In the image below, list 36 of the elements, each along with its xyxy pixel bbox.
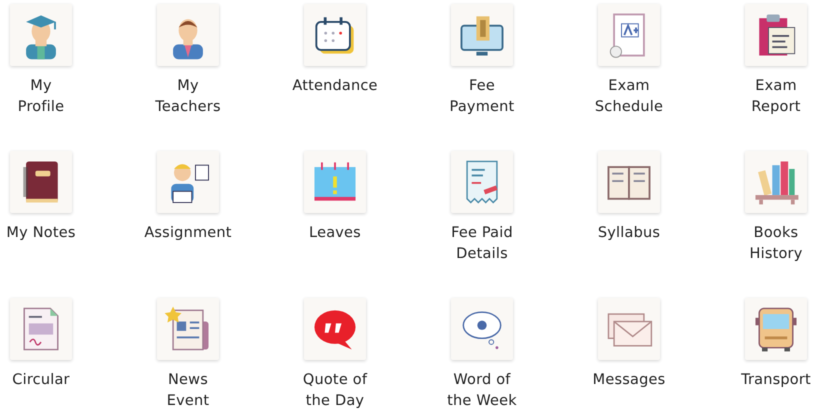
menu-label: Syllabus	[598, 224, 660, 243]
menu-label: My Notes	[6, 224, 76, 243]
document-tile[interactable]	[10, 298, 72, 360]
notebook-tile[interactable]	[10, 151, 72, 213]
menu-label: Attendance	[292, 77, 378, 96]
menu-label: My Profile	[18, 77, 64, 117]
calendar-tile[interactable]	[304, 4, 366, 66]
menu-label: Word of the Week	[447, 371, 517, 411]
grade-paper-tile[interactable]	[598, 4, 660, 66]
clipboard-tile[interactable]	[745, 4, 807, 66]
menu-label: News Event	[166, 371, 210, 411]
bus-tile[interactable]	[745, 298, 807, 360]
newspaper-tile[interactable]	[157, 298, 219, 360]
calendar-tile[interactable]	[304, 151, 366, 213]
graduate-tile[interactable]	[10, 4, 72, 66]
menu-label: Books History	[750, 224, 802, 264]
menu-label: Circular	[12, 371, 70, 390]
menu-label: Quote of the Day	[302, 371, 368, 411]
open-book-tile[interactable]	[598, 151, 660, 213]
monitor-tile[interactable]	[450, 4, 513, 66]
thought-bubble-tile[interactable]	[450, 298, 513, 360]
menu-label: Exam Schedule	[594, 77, 664, 117]
menu-label: Exam Report	[751, 77, 801, 117]
menu-label: Leaves	[309, 224, 361, 243]
receipt-tile[interactable]	[451, 151, 513, 213]
menu-label: Fee Paid Details	[451, 224, 513, 264]
envelope-tile[interactable]	[598, 298, 660, 360]
menu-label: Messages	[592, 371, 666, 390]
teacher-tile[interactable]	[157, 4, 219, 66]
reader-tile[interactable]	[157, 151, 219, 213]
quote-bubble-tile[interactable]	[304, 298, 366, 360]
menu-label: Fee Payment	[450, 77, 514, 117]
menu-label: My Teachers	[155, 77, 221, 117]
menu-label: Transport	[741, 371, 811, 390]
bookshelf-tile[interactable]	[745, 151, 807, 213]
menu-label: Assignment	[144, 224, 232, 243]
